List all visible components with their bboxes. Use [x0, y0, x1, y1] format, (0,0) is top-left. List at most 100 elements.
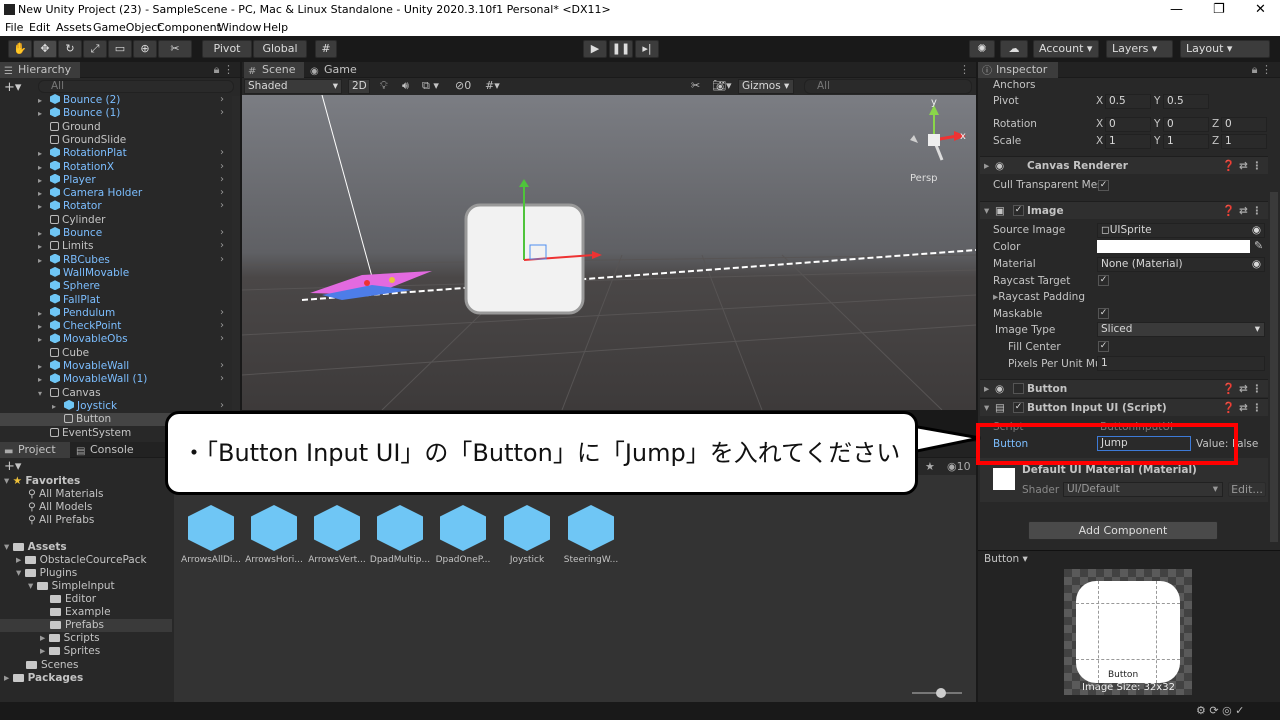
- cull-checkbox[interactable]: ✓: [1098, 180, 1109, 191]
- pivot-toggle[interactable]: Pivot: [202, 40, 252, 58]
- pause-icon[interactable]: ❚❚: [609, 40, 633, 58]
- packages-row[interactable]: ▸ Packages: [4, 672, 83, 685]
- eyedropper-icon[interactable]: ✎: [1254, 239, 1263, 252]
- custom-tool-icon[interactable]: ✂: [158, 40, 192, 58]
- scale-x-field[interactable]: 1: [1105, 134, 1151, 149]
- tree-item-selected[interactable]: Prefabs: [50, 619, 104, 632]
- expand-arrow-icon[interactable]: ▸: [38, 333, 50, 346]
- expand-arrow-icon[interactable]: ▸: [38, 161, 50, 174]
- close-icon[interactable]: ✕: [1255, 2, 1266, 17]
- expand-arrow-icon[interactable]: ▸: [38, 254, 50, 267]
- prefab-open-chevron-icon[interactable]: ›: [220, 187, 230, 198]
- hierarchy-item[interactable]: GroundSlide: [38, 134, 126, 147]
- shader-edit-button[interactable]: Edit...: [1228, 482, 1266, 497]
- asset-item[interactable]: DpadOneP...: [432, 505, 494, 565]
- tab-game[interactable]: ◉ Game: [306, 62, 366, 78]
- expand-arrow-icon[interactable]: ▸: [38, 147, 50, 160]
- asset-item[interactable]: ArrowsHori...: [243, 505, 305, 565]
- fill-center-checkbox[interactable]: ✓: [1098, 341, 1109, 352]
- grid-icon[interactable]: #▾: [485, 79, 500, 92]
- favorite-item[interactable]: ⚲ All Models: [28, 501, 92, 514]
- expand-arrow-icon[interactable]: ▸: [38, 200, 50, 213]
- favorite-item[interactable]: ⚲ All Prefabs: [28, 514, 94, 527]
- tree-item[interactable]: ▸ Scripts: [40, 632, 100, 645]
- hierarchy-item[interactable]: ▾ Canvas: [38, 387, 101, 400]
- tree-item[interactable]: ▸ Sprites: [40, 645, 100, 658]
- button-input-enabled-checkbox[interactable]: ✓: [1013, 402, 1024, 413]
- expand-arrow-icon[interactable]: ▾: [38, 387, 50, 400]
- asset-item[interactable]: Joystick: [496, 505, 558, 565]
- add-icon[interactable]: +▾: [4, 80, 21, 95]
- lock-icon[interactable]: 🔒︎ ⋮: [214, 63, 234, 77]
- expand-arrow-icon[interactable]: ▸: [38, 240, 50, 253]
- pivot-y-field[interactable]: 0.5: [1163, 94, 1209, 109]
- prefab-open-chevron-icon[interactable]: ›: [220, 240, 230, 251]
- hierarchy-item[interactable]: Ground: [38, 121, 101, 134]
- hierarchy-item[interactable]: Sphere: [38, 280, 100, 293]
- rotation-z-field[interactable]: 0: [1221, 117, 1267, 132]
- expand-arrow-icon[interactable]: ▸: [38, 320, 50, 333]
- scene-search-input[interactable]: All: [804, 79, 972, 94]
- add-component-button[interactable]: Add Component: [1028, 521, 1218, 540]
- gizmos-dropdown[interactable]: Gizmos ▾: [738, 79, 794, 94]
- tree-item[interactable]: ▸ ObstacleCourcePack: [16, 554, 147, 567]
- cloud-icon[interactable]: ☁: [1000, 40, 1028, 58]
- menu-assets[interactable]: Assets: [56, 21, 92, 34]
- prefab-open-chevron-icon[interactable]: ›: [220, 147, 230, 158]
- hierarchy-item[interactable]: Cube: [38, 347, 89, 360]
- prefab-open-chevron-icon[interactable]: ›: [220, 161, 230, 172]
- object-picker-icon[interactable]: ◉: [1252, 258, 1261, 271]
- scene-viewport[interactable]: y x: [242, 95, 976, 410]
- shading-dropdown[interactable]: Shaded ▾: [244, 79, 342, 94]
- prefab-open-chevron-icon[interactable]: ›: [220, 373, 230, 384]
- expand-arrow-icon[interactable]: ▸: [38, 94, 50, 107]
- minimize-icon[interactable]: —: [1170, 2, 1183, 17]
- hierarchy-item[interactable]: ▸ Rotator: [38, 200, 102, 213]
- hierarchy-item[interactable]: ▸ MovableWall (1): [38, 373, 147, 386]
- layers-dropdown[interactable]: Layers ▾: [1106, 40, 1173, 58]
- maskable-checkbox[interactable]: ✓: [1098, 308, 1109, 319]
- prefab-open-chevron-icon[interactable]: ›: [220, 360, 230, 371]
- expand-arrow-icon[interactable]: ▸: [52, 400, 64, 413]
- asset-item[interactable]: DpadMultip...: [369, 505, 431, 565]
- hierarchy-search-input[interactable]: All: [38, 80, 234, 93]
- expand-arrow-icon[interactable]: ▸: [38, 174, 50, 187]
- tree-item[interactable]: Scenes: [26, 659, 78, 672]
- asset-item[interactable]: ArrowsVert...: [306, 505, 368, 565]
- expand-arrow-icon[interactable]: ▸: [38, 360, 50, 373]
- light-icon[interactable]: 💡︎: [380, 79, 388, 93]
- expand-arrow-icon[interactable]: ▸: [38, 187, 50, 200]
- scene-menu-icon[interactable]: ⋮: [959, 63, 970, 76]
- raycast-padding-label[interactable]: ▸Raycast Padding: [993, 291, 1085, 303]
- component-menu-icon[interactable]: ❓ ⇄ ⋮: [1222, 202, 1262, 220]
- global-toggle[interactable]: Global: [253, 40, 307, 58]
- play-icon[interactable]: ▶: [583, 40, 607, 58]
- camera-icon[interactable]: 📷︎▾: [712, 79, 732, 92]
- hierarchy-item[interactable]: Button: [52, 413, 111, 426]
- expand-arrow-icon[interactable]: ▸: [38, 373, 50, 386]
- hierarchy-scrollbar[interactable]: [232, 96, 240, 442]
- move-tool-icon[interactable]: ✥: [33, 40, 57, 58]
- menu-window[interactable]: Window: [218, 21, 261, 34]
- hidden-packages-icon[interactable]: ◉10: [947, 460, 971, 473]
- component-menu-icon[interactable]: ❓ ⇄ ⋮: [1222, 157, 1262, 175]
- source-image-field[interactable]: ◻UISprite ◉: [1097, 223, 1265, 238]
- image-header[interactable]: ▾ ▣ ✓ Image ❓ ⇄ ⋮: [980, 201, 1268, 219]
- prefab-open-chevron-icon[interactable]: ›: [220, 174, 230, 185]
- collab-icon[interactable]: ✺: [969, 40, 995, 58]
- project-add-icon[interactable]: +▾: [4, 459, 21, 474]
- prefab-open-chevron-icon[interactable]: ›: [220, 227, 230, 238]
- prefab-open-chevron-icon[interactable]: ›: [220, 107, 230, 118]
- step-icon[interactable]: ▸|: [635, 40, 659, 58]
- tab-project[interactable]: ▬ Project: [0, 442, 70, 458]
- tree-item[interactable]: Example: [50, 606, 111, 619]
- favorite-star-icon[interactable]: ★: [925, 460, 935, 473]
- hierarchy-item[interactable]: ▸ MovableObs: [38, 333, 128, 346]
- scale-tool-icon[interactable]: ⤢: [83, 40, 107, 58]
- color-swatch[interactable]: [1097, 240, 1250, 253]
- image-type-dropdown[interactable]: Sliced ▾: [1097, 322, 1265, 337]
- transform-tool-icon[interactable]: ⊕: [133, 40, 157, 58]
- rotation-x-field[interactable]: 0: [1105, 117, 1151, 132]
- menu-component[interactable]: Component: [157, 21, 221, 34]
- hierarchy-item[interactable]: ▸ Bounce (2): [38, 94, 120, 107]
